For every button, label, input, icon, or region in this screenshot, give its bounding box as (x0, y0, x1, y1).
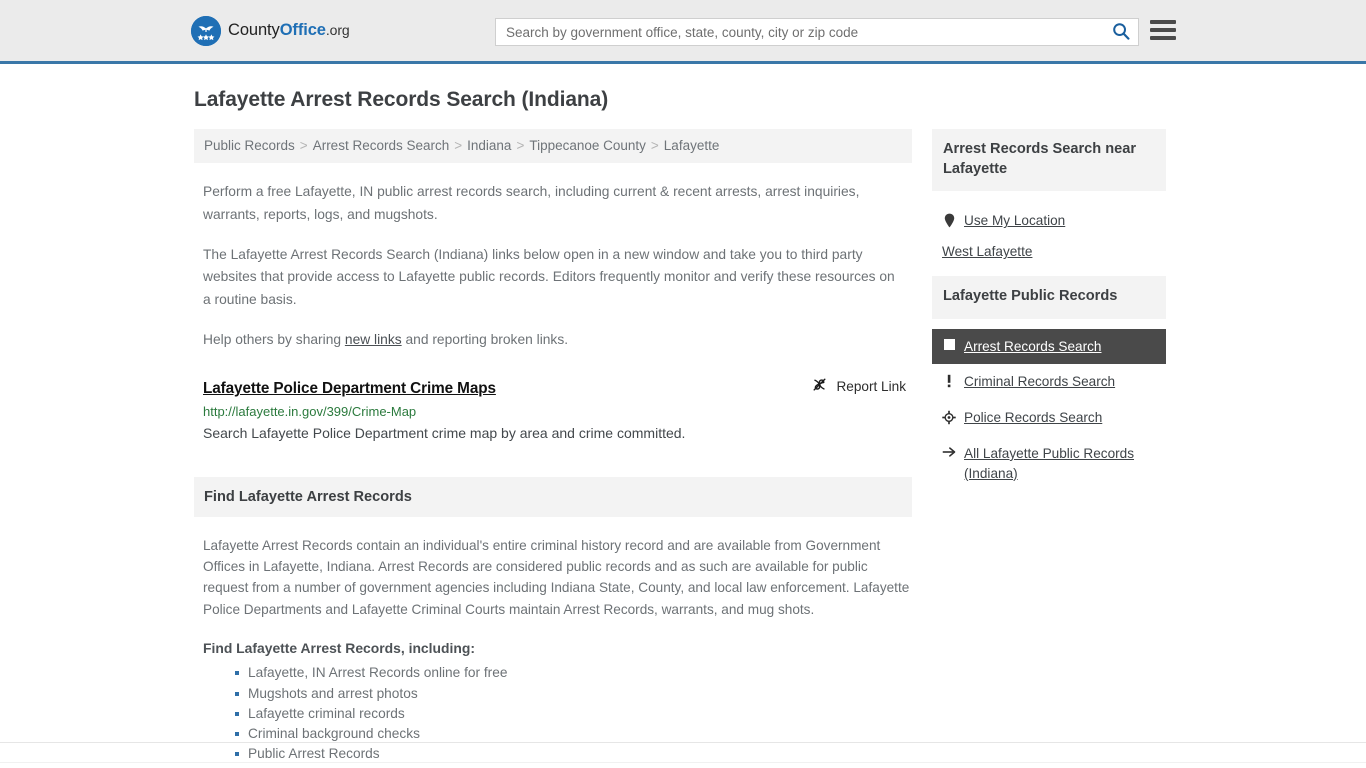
broken-link-icon (811, 376, 828, 396)
intro-paragraph-2: The Lafayette Arrest Records Search (Ind… (203, 246, 895, 307)
breadcrumb-item-tippecanoe-county[interactable]: Tippecanoe County (529, 138, 646, 153)
breadcrumb-separator: > (650, 138, 659, 153)
breadcrumb-separator: > (516, 138, 525, 153)
report-link-button[interactable]: Report Link (811, 376, 906, 396)
help-others-paragraph: Help others by sharing new links and rep… (203, 329, 903, 351)
breadcrumb-item-lafayette[interactable]: Lafayette (664, 138, 720, 153)
list-item: Mugshots and arrest photos (235, 684, 912, 704)
list-item: Lafayette criminal records (235, 704, 912, 724)
find-records-subheading: Find Lafayette Arrest Records, including… (203, 640, 475, 657)
sidebar-item-label: Criminal Records Search (964, 374, 1116, 390)
sidebar: Arrest Records Search near Lafayette Use… (932, 129, 1166, 764)
breadcrumb-separator: > (299, 138, 308, 153)
sidebar-item-all-public-records[interactable]: All Lafayette Public Records (Indiana) (932, 436, 1166, 491)
footer-divider-secondary (0, 762, 1366, 763)
near-panel-links: Use My Location West Lafayette (932, 205, 1166, 266)
intro-paragraph-1: Perform a free Lafayette, IN public arre… (203, 184, 860, 222)
footer-divider (0, 742, 1366, 743)
site-logo-link[interactable]: CountyOffice.org (191, 15, 350, 46)
exclamation-icon (942, 374, 956, 388)
result-url-link[interactable]: http://lafayette.in.gov/399/Crime-Map (203, 404, 912, 419)
use-my-location-label: Use My Location (964, 213, 1066, 229)
search-button[interactable] (1104, 19, 1138, 45)
breadcrumb-item-indiana[interactable]: Indiana (467, 138, 511, 153)
records-panel-heading: Lafayette Public Records (932, 276, 1166, 319)
help-suffix: and reporting broken links. (401, 331, 569, 347)
list-item: Criminal background checks (235, 724, 912, 744)
link-result: Lafayette Police Department Crime Maps R… (203, 376, 912, 443)
eagle-stars-logo-icon (191, 15, 221, 46)
list-item: Lafayette, IN Arrest Records online for … (235, 663, 912, 683)
white-square-icon (942, 338, 956, 350)
sidebar-item-label: Police Records Search (964, 410, 1103, 426)
main-column: Public Records > Arrest Records Search > Ind… (194, 129, 912, 764)
find-records-bullet-list: Lafayette, IN Arrest Records online for … (203, 663, 912, 764)
hamburger-menu-icon[interactable] (1150, 19, 1176, 41)
brand-part-org: .org (325, 22, 350, 38)
records-panel-links: Arrest Records Search Criminal Records S… (932, 328, 1166, 492)
search-icon (1112, 22, 1130, 43)
brand-part-office: Office (279, 21, 326, 39)
sidebar-item-label: Arrest Records Search (964, 338, 1102, 354)
link-result-header: Lafayette Police Department Crime Maps R… (203, 376, 912, 398)
content-wrapper: Lafayette Arrest Records Search (Indiana… (188, 88, 1178, 764)
page-title: Lafayette Arrest Records Search (Indiana… (194, 88, 609, 111)
arrow-right-icon (942, 446, 956, 458)
help-prefix: Help others by sharing (203, 331, 345, 347)
breadcrumb-separator: > (454, 138, 463, 153)
report-link-label: Report Link (836, 378, 906, 394)
map-pin-icon (942, 213, 956, 228)
result-title-link[interactable]: Lafayette Police Department Crime Maps (203, 380, 496, 398)
search-bar (495, 18, 1139, 46)
sidebar-item-arrest-records-search[interactable]: Arrest Records Search (932, 328, 1166, 365)
page-body: Lafayette Arrest Records Search (Indiana… (0, 88, 1366, 764)
breadcrumb: Public Records > Arrest Records Search > Ind… (194, 129, 912, 164)
use-my-location-link[interactable]: Use My Location (932, 205, 1166, 237)
crosshair-badge-icon (942, 410, 956, 425)
sidebar-item-criminal-records-search[interactable]: Criminal Records Search (932, 364, 1166, 400)
sidebar-item-police-records-search[interactable]: Police Records Search (932, 400, 1166, 436)
result-description: Search Lafayette Police Department crime… (203, 425, 686, 442)
sidebar-item-label: All Lafayette Public Records (Indiana) (964, 445, 1135, 481)
brand-part-county: County (228, 21, 280, 39)
sidebar-item-west-lafayette[interactable]: West Lafayette (932, 237, 1166, 266)
near-panel-heading: Arrest Records Search near Lafayette (932, 129, 1166, 192)
new-links-link[interactable]: new links (345, 332, 402, 347)
find-records-body: Lafayette Arrest Records contain an indi… (203, 537, 910, 617)
find-records-section-heading: Find Lafayette Arrest Records (194, 476, 912, 517)
brand-wordmark: CountyOffice.org (228, 21, 350, 40)
breadcrumb-item-arrest-records-search[interactable]: Arrest Records Search (313, 138, 450, 153)
site-header: CountyOffice.org (0, 0, 1366, 64)
search-input[interactable] (496, 19, 1104, 45)
breadcrumb-item-public-records[interactable]: Public Records (204, 138, 295, 153)
two-column-layout: Public Records > Arrest Records Search > Ind… (188, 129, 1178, 764)
